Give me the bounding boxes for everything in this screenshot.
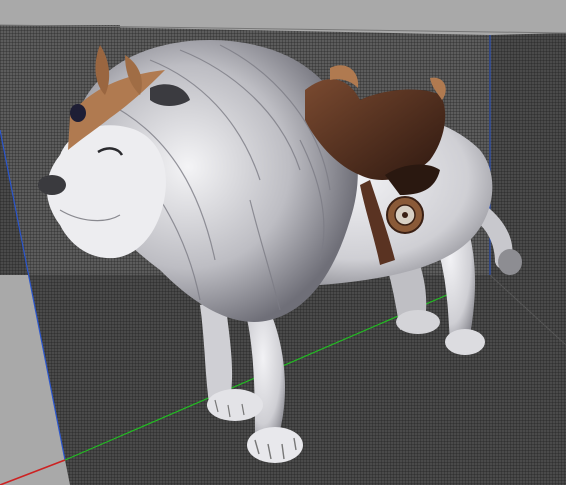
x-axis-line [0, 459, 66, 485]
scene-canvas[interactable] [0, 0, 566, 485]
3d-viewport[interactable] [0, 0, 566, 485]
